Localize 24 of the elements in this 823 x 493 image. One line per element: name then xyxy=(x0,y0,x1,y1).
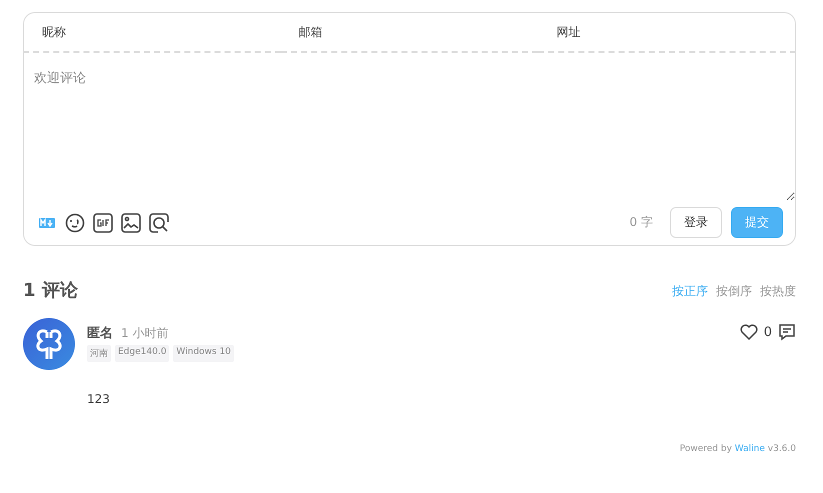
meta-tag: Windows 10 xyxy=(173,345,234,362)
powered-by-text: Powered by Waline v3.6.0 xyxy=(678,444,796,454)
like-count: 0 xyxy=(764,324,772,340)
sort-tab[interactable]: 按倒序 xyxy=(716,284,752,298)
image-icon[interactable] xyxy=(120,212,142,234)
submit-button[interactable]: 提交 xyxy=(731,207,783,238)
comment-text: 123 xyxy=(87,392,111,406)
comment-time: 1 小时前 xyxy=(121,324,168,342)
waline-link[interactable]: Waline xyxy=(734,444,765,454)
preview-icon[interactable] xyxy=(148,212,170,234)
emoji-icon[interactable] xyxy=(64,212,86,234)
author-name: 匿名 xyxy=(87,325,113,342)
meta-tag: Edge140.0 xyxy=(115,345,170,362)
comment-textarea[interactable]: 欢迎评论 xyxy=(23,53,796,201)
heart-icon[interactable] xyxy=(740,324,758,340)
gif-icon[interactable] xyxy=(92,212,114,234)
avatar-icon xyxy=(23,318,75,370)
login-button[interactable]: 登录 xyxy=(670,207,722,238)
reply-icon[interactable] xyxy=(778,324,796,340)
comment-count-heading: 1 评论 xyxy=(23,279,78,302)
sort-tab[interactable]: 按热度 xyxy=(760,284,796,298)
sort-tab[interactable]: 按正序 xyxy=(672,284,708,298)
word-count: 0 字 xyxy=(630,214,653,231)
meta-tag: 河南 xyxy=(87,345,111,362)
